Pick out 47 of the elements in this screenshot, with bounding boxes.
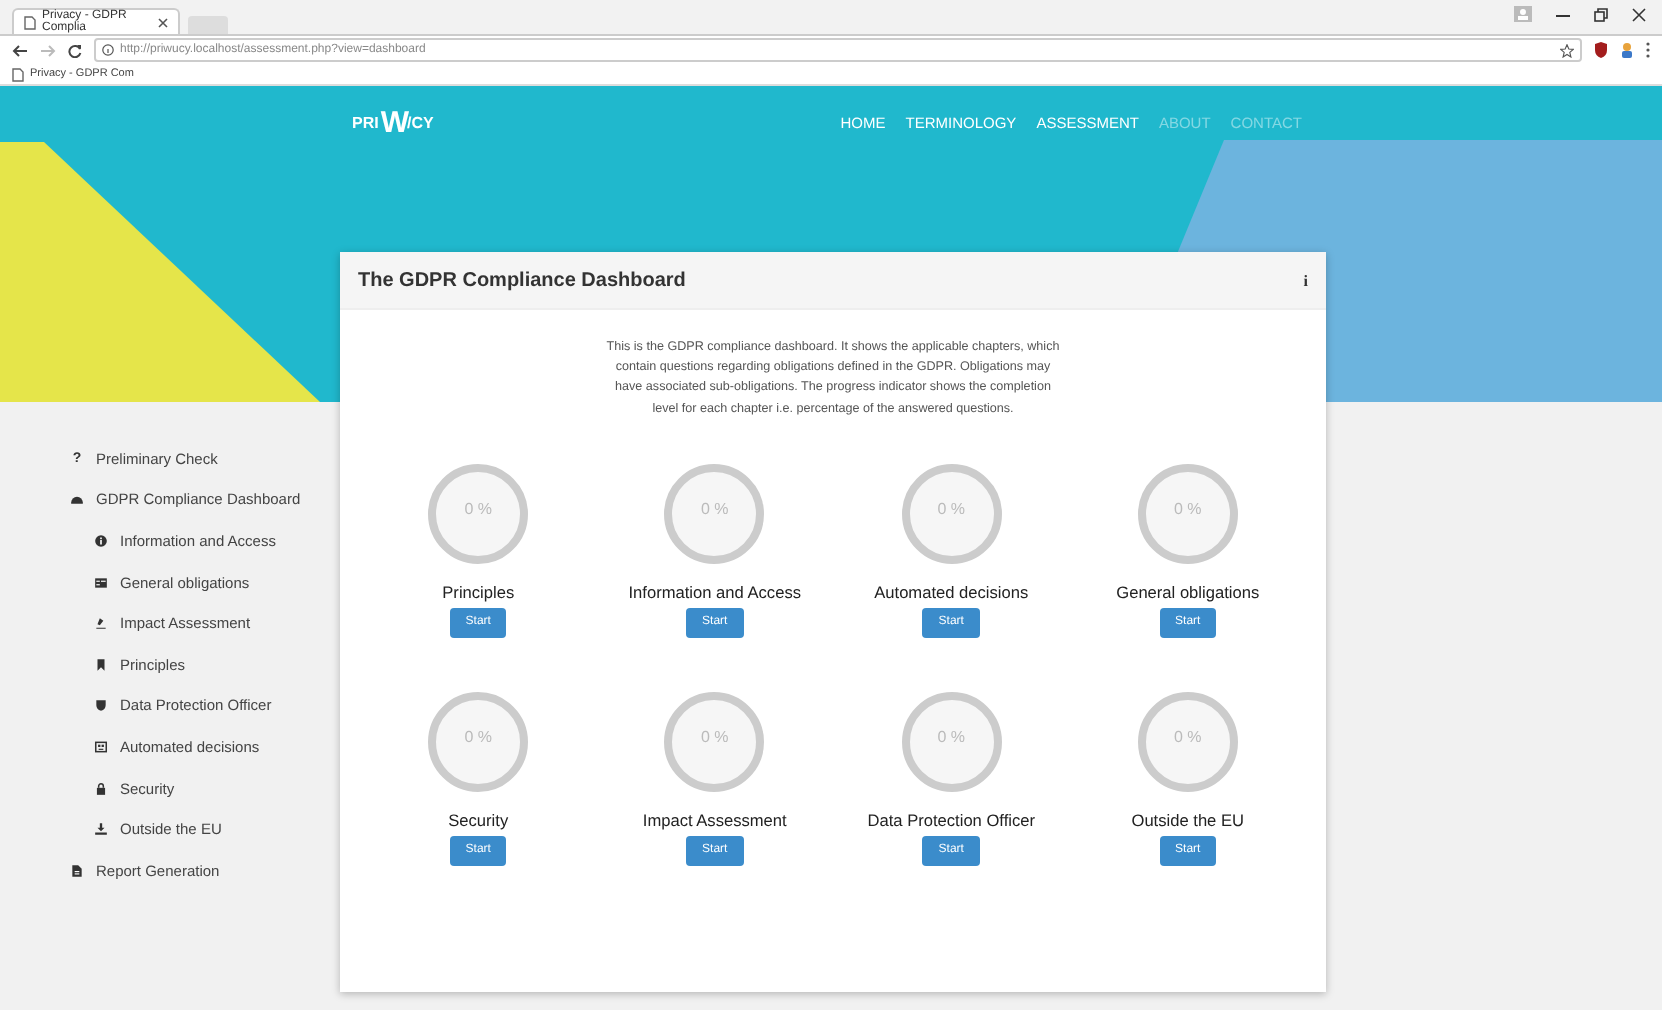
- percent-label: 0 %: [1171, 499, 1204, 518]
- restore-icon[interactable]: [1594, 7, 1608, 21]
- info-icon[interactable]: i: [1303, 271, 1308, 289]
- percent-label: 0 %: [698, 499, 731, 518]
- close-icon[interactable]: [1632, 7, 1646, 21]
- chapter-title: Security: [448, 809, 509, 830]
- info-icon: [94, 533, 108, 548]
- shield-icon[interactable]: [1594, 42, 1608, 58]
- bookmark-icon: [94, 657, 108, 672]
- extension-icon[interactable]: [1620, 42, 1634, 58]
- chapter-title: Data Protection Officer: [867, 809, 1036, 830]
- gavel-icon: [94, 616, 108, 631]
- percent-label: 0 %: [935, 499, 968, 518]
- back-icon[interactable]: [12, 43, 28, 57]
- progress-ring: [426, 689, 531, 794]
- progress-ring: [1135, 461, 1240, 566]
- progress-ring: [662, 689, 767, 794]
- progress-ring: [1135, 689, 1240, 794]
- page-icon: [12, 67, 24, 81]
- close-icon[interactable]: [158, 17, 168, 27]
- gauge-icon: [70, 492, 84, 507]
- chapter-title: Principles: [442, 581, 515, 602]
- lock-icon: [94, 781, 108, 796]
- card-title: The GDPR Compliance Dashboard: [358, 269, 688, 291]
- chapter-title: General obligations: [1116, 581, 1260, 602]
- page-icon: [24, 15, 36, 29]
- percent-label: 0 %: [935, 727, 968, 746]
- progress-ring: [899, 689, 1004, 794]
- percent-label: 0 %: [462, 499, 495, 518]
- download-icon: [94, 822, 108, 837]
- chapter-title: Automated decisions: [874, 581, 1029, 602]
- chapter-title: Outside the EU: [1131, 809, 1244, 830]
- list-icon: [94, 575, 108, 590]
- reload-icon[interactable]: [68, 43, 82, 57]
- percent-label: 0 %: [462, 727, 495, 746]
- document-icon: [70, 863, 84, 878]
- percent-label: 0 %: [1171, 727, 1204, 746]
- progress-ring: [426, 461, 531, 566]
- chapter-title: Information and Access: [628, 581, 801, 602]
- info-icon[interactable]: [102, 44, 114, 56]
- progress-ring: [662, 461, 767, 566]
- shield-icon: [94, 698, 108, 713]
- chapter-title: Impact Assessment: [642, 809, 787, 830]
- progress-ring: [899, 461, 1004, 566]
- robot-icon: [94, 739, 108, 754]
- star-icon[interactable]: [1560, 43, 1574, 57]
- percent-label: 0 %: [698, 727, 731, 746]
